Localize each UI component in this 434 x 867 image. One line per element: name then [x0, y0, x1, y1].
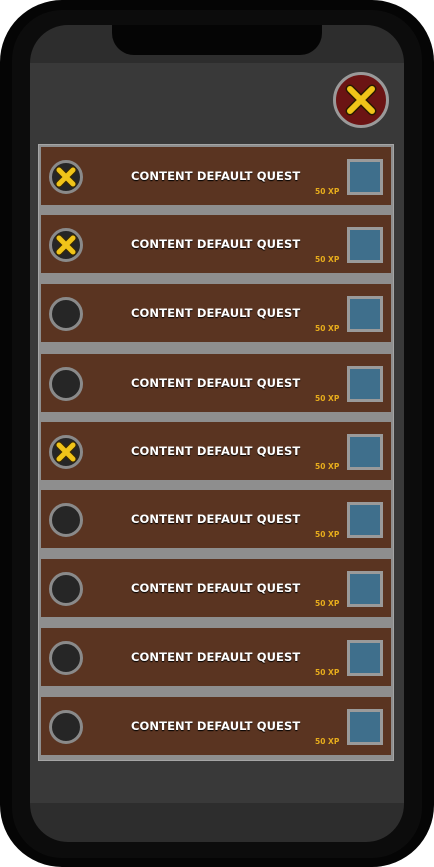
claim-reward-button[interactable]	[347, 571, 383, 607]
quest-xp: 50 XP	[315, 668, 340, 677]
quest-status-empty	[49, 710, 83, 744]
quest-status-empty	[49, 503, 83, 537]
quest-row[interactable]: CONTENT DEFAULT QUEST 50 XP	[41, 490, 391, 548]
quest-xp: 50 XP	[315, 394, 340, 403]
phone-notch	[112, 25, 322, 55]
quest-row[interactable]: CONTENT DEFAULT QUEST 50 XP	[41, 147, 391, 205]
quest-xp: 50 XP	[315, 530, 340, 539]
quest-status-empty	[49, 367, 83, 401]
quest-status-completed	[49, 160, 83, 194]
claim-reward-button[interactable]	[347, 502, 383, 538]
check-x-icon	[55, 166, 77, 188]
quest-title: CONTENT DEFAULT QUEST	[131, 306, 301, 320]
quest-row[interactable]: CONTENT DEFAULT QUEST 50 XP	[41, 697, 391, 755]
claim-reward-button[interactable]	[347, 296, 383, 332]
close-icon	[345, 84, 377, 116]
claim-reward-button[interactable]	[347, 227, 383, 263]
quest-status-completed	[49, 435, 83, 469]
quest-status-completed	[49, 228, 83, 262]
claim-reward-button[interactable]	[347, 709, 383, 745]
quest-xp: 50 XP	[315, 462, 340, 471]
quest-xp: 50 XP	[315, 599, 340, 608]
quest-xp: 50 XP	[315, 737, 340, 746]
quest-title: CONTENT DEFAULT QUEST	[131, 444, 301, 458]
claim-reward-button[interactable]	[347, 159, 383, 195]
quest-title: CONTENT DEFAULT QUEST	[131, 169, 301, 183]
quest-status-empty	[49, 641, 83, 675]
quest-title: CONTENT DEFAULT QUEST	[131, 237, 301, 251]
quest-title: CONTENT DEFAULT QUEST	[131, 581, 301, 595]
quest-status-empty	[49, 572, 83, 606]
quest-row[interactable]: CONTENT DEFAULT QUEST 50 XP	[41, 422, 391, 480]
quest-title: CONTENT DEFAULT QUEST	[131, 376, 301, 390]
close-button[interactable]	[333, 72, 389, 128]
quest-title: CONTENT DEFAULT QUEST	[131, 512, 301, 526]
phone-body: CONTENT DEFAULT QUEST 50 XP CONTENT DEFAUL…	[0, 0, 434, 867]
quest-status-empty	[49, 297, 83, 331]
quest-row[interactable]: CONTENT DEFAULT QUEST 50 XP	[41, 628, 391, 686]
quest-row[interactable]: CONTENT DEFAULT QUEST 50 XP	[41, 284, 391, 342]
quest-title: CONTENT DEFAULT QUEST	[131, 719, 301, 733]
check-x-icon	[55, 441, 77, 463]
check-x-icon	[55, 234, 77, 256]
quest-title: CONTENT DEFAULT QUEST	[131, 650, 301, 664]
quest-xp: 50 XP	[315, 187, 340, 196]
quest-xp: 50 XP	[315, 255, 340, 264]
phone-screen: CONTENT DEFAULT QUEST 50 XP CONTENT DEFAUL…	[30, 25, 404, 842]
quest-row[interactable]: CONTENT DEFAULT QUEST 50 XP	[41, 559, 391, 617]
quest-row[interactable]: CONTENT DEFAULT QUEST 50 XP	[41, 215, 391, 273]
claim-reward-button[interactable]	[347, 434, 383, 470]
quest-list: CONTENT DEFAULT QUEST 50 XP CONTENT DEFAUL…	[38, 144, 394, 761]
quest-xp: 50 XP	[315, 324, 340, 333]
claim-reward-button[interactable]	[347, 640, 383, 676]
claim-reward-button[interactable]	[347, 366, 383, 402]
quest-row[interactable]: CONTENT DEFAULT QUEST 50 XP	[41, 354, 391, 412]
